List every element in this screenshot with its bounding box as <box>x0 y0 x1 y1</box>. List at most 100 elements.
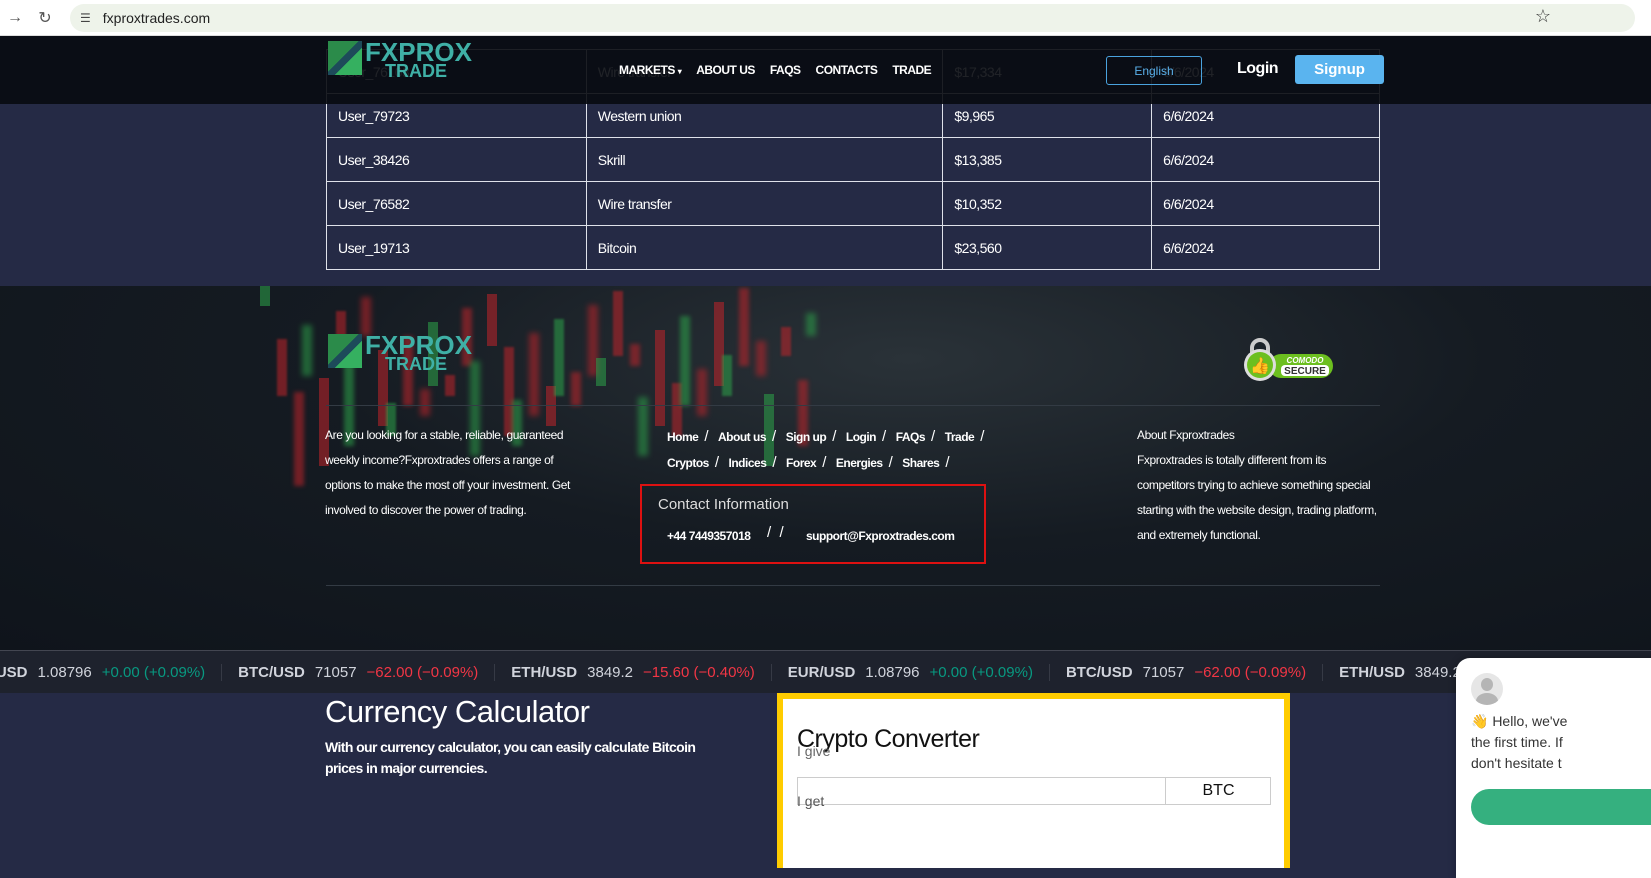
footer-link-energies[interactable]: Energies <box>836 456 883 470</box>
footer-link-sign-up[interactable]: Sign up <box>786 430 827 444</box>
ticker-symbol: EUR/USD <box>0 663 28 681</box>
link-separator: / <box>772 454 777 471</box>
nav-label: MARKETS <box>619 63 675 77</box>
footer-link-home[interactable]: Home <box>667 430 699 444</box>
candle-decoration <box>529 333 539 416</box>
footer: FXPROX TRADE COMODO SECURE 👍 Are you look… <box>0 286 1651 650</box>
login-link[interactable]: Login <box>1237 60 1279 78</box>
ticker-price: 71057 <box>1142 663 1185 681</box>
candle-decoration <box>722 355 732 396</box>
candle-decoration <box>756 341 766 376</box>
forward-icon[interactable]: → <box>0 9 30 27</box>
divider <box>326 585 1380 586</box>
url-text: fxproxtrades.com <box>102 9 211 26</box>
nav-faqs[interactable]: FAQS <box>770 63 801 77</box>
footer-link-forex[interactable]: Forex <box>786 456 817 470</box>
calculator-title: Currency Calculator <box>325 694 590 729</box>
crypto-converter-widget: Crypto Converter I give I get BTC <box>777 693 1290 868</box>
language-select[interactable]: English <box>1106 56 1202 85</box>
ticker-item[interactable]: BTC/USD 71057 −62.00 (−0.09%) <box>222 663 496 681</box>
footer-link-indices[interactable]: Indices <box>729 456 767 470</box>
footer-link-cryptos[interactable]: Cryptos <box>667 456 709 470</box>
svg-text:👍: 👍 <box>1250 356 1270 375</box>
ticker-item[interactable]: EUR/USD 1.08796 +0.00 (+0.09%) <box>772 663 1050 681</box>
site-info-icon[interactable]: ☰ <box>80 11 91 25</box>
candle-decoration <box>655 330 665 426</box>
bookmark-star-icon[interactable]: ☆ <box>1535 6 1551 27</box>
phone-link[interactable]: +44 7449357018 <box>667 529 751 543</box>
chat-message: 👋 Hello, we've the first time. If don't … <box>1471 713 1568 771</box>
ticker-tape[interactable]: EUR/USD 1.08796 +0.00 (+0.09%) BTC/USD 71057… <box>0 650 1651 693</box>
candle-decoration <box>554 319 564 396</box>
table-row: User_38426 Skrill $13,385 6/6/2024 <box>326 137 1380 182</box>
candle-decoration <box>781 327 791 356</box>
get-label: I get <box>797 793 825 809</box>
comodo-label: COMODO <box>1287 356 1325 365</box>
comodo-secure-badge: COMODO SECURE 👍 <box>1244 338 1333 381</box>
browser-toolbar: → ↻ ☰ fxproxtrades.com ☆ <box>0 0 1651 36</box>
ticker-item[interactable]: BTC/USD 71057 −62.00 (−0.09%) <box>1050 663 1324 681</box>
link-separator: / <box>704 428 709 445</box>
footer-link-trade[interactable]: Trade <box>945 430 975 444</box>
ticker-change: +0.00 (+0.09%) <box>101 663 206 681</box>
address-bar[interactable]: ☰ fxproxtrades.com <box>70 3 1635 32</box>
logo-mark-icon <box>328 41 362 75</box>
table-cell: Wire transfer <box>585 181 944 226</box>
ticker-change: −62.00 (−0.09%) <box>366 663 479 681</box>
footer-link-login[interactable]: Login <box>846 430 877 444</box>
footer-logo[interactable]: FXPROX TRADE <box>328 332 472 373</box>
table-cell: Bitcoin <box>585 225 944 270</box>
reload-icon[interactable]: ↻ <box>30 8 60 28</box>
footer-link-shares[interactable]: Shares <box>902 456 940 470</box>
candle-decoration <box>571 372 581 406</box>
ticker-item[interactable]: ETH/USD 3849.2 −15.60 (−0.40%) <box>495 663 772 681</box>
candle-decoration <box>302 325 312 376</box>
nav-about-us[interactable]: ABOUT US <box>696 63 755 77</box>
candle-decoration <box>697 369 707 416</box>
footer-link-about-us[interactable]: About us <box>718 430 767 444</box>
chat-send-button[interactable]: ➤ <box>1471 789 1651 825</box>
divider <box>326 405 1380 406</box>
email-link[interactable]: support@Fxproxtrades.com <box>806 529 955 543</box>
chat-widget: 👋 Hello, we've the first time. If don't … <box>1456 658 1651 878</box>
candle-decoration <box>487 294 497 346</box>
signup-button[interactable]: Signup <box>1295 55 1384 84</box>
ticker-symbol: EUR/USD <box>787 663 856 681</box>
candle-decoration <box>630 344 640 366</box>
nav-markets[interactable]: MARKETS ▾ <box>619 63 682 77</box>
table-cell: 6/6/2024 <box>1151 137 1380 182</box>
link-separator: / <box>931 428 935 445</box>
nav-contacts[interactable]: CONTACTS <box>816 63 878 77</box>
calculator-subtitle: With our currency calculator, you can ea… <box>325 739 696 776</box>
ticker-symbol: ETH/USD <box>511 663 578 681</box>
table-cell: $10,352 <box>942 181 1153 226</box>
ticker-change: +0.00 (+0.09%) <box>929 663 1033 681</box>
logo[interactable]: FXPROX TRADE <box>328 39 472 80</box>
nav-trade[interactable]: TRADE <box>892 63 931 77</box>
link-separator: / <box>822 454 826 471</box>
candle-decoration <box>806 313 816 336</box>
candle-decoration <box>613 291 623 356</box>
ticker-change: −62.00 (−0.09%) <box>1194 663 1307 681</box>
footer-link-faqs[interactable]: FAQs <box>896 430 926 444</box>
table-cell: Skrill <box>585 137 944 182</box>
give-label: I give <box>797 743 831 759</box>
candle-decoration <box>277 339 287 396</box>
ticker-symbol: ETH/USD <box>1339 663 1405 681</box>
candle-decoration <box>445 375 455 396</box>
site-header: FXPROX TRADE MARKETS ▾ ABOUT US FAQS CONT… <box>0 36 1651 104</box>
footer-intro: Are you looking for a stable, reliable, … <box>325 428 570 517</box>
ticker-price: 3849.2 <box>587 663 634 681</box>
candle-decoration <box>596 358 606 386</box>
main-nav: MARKETS ▾ ABOUT US FAQS CONTACTS TRADE <box>619 63 932 77</box>
candle-decoration <box>420 389 430 416</box>
table-cell: $23,560 <box>942 225 1153 270</box>
separator: / / <box>767 524 784 541</box>
table-cell: 6/6/2024 <box>1151 181 1380 226</box>
logo-mark-icon <box>328 334 362 368</box>
currency-select[interactable]: BTC <box>1165 777 1271 805</box>
link-separator: / <box>882 428 886 445</box>
agent-avatar-icon <box>1471 673 1503 705</box>
ticker-item[interactable]: EUR/USD 1.08796 +0.00 (+0.09%) <box>0 663 223 681</box>
candle-decoration <box>260 286 270 306</box>
